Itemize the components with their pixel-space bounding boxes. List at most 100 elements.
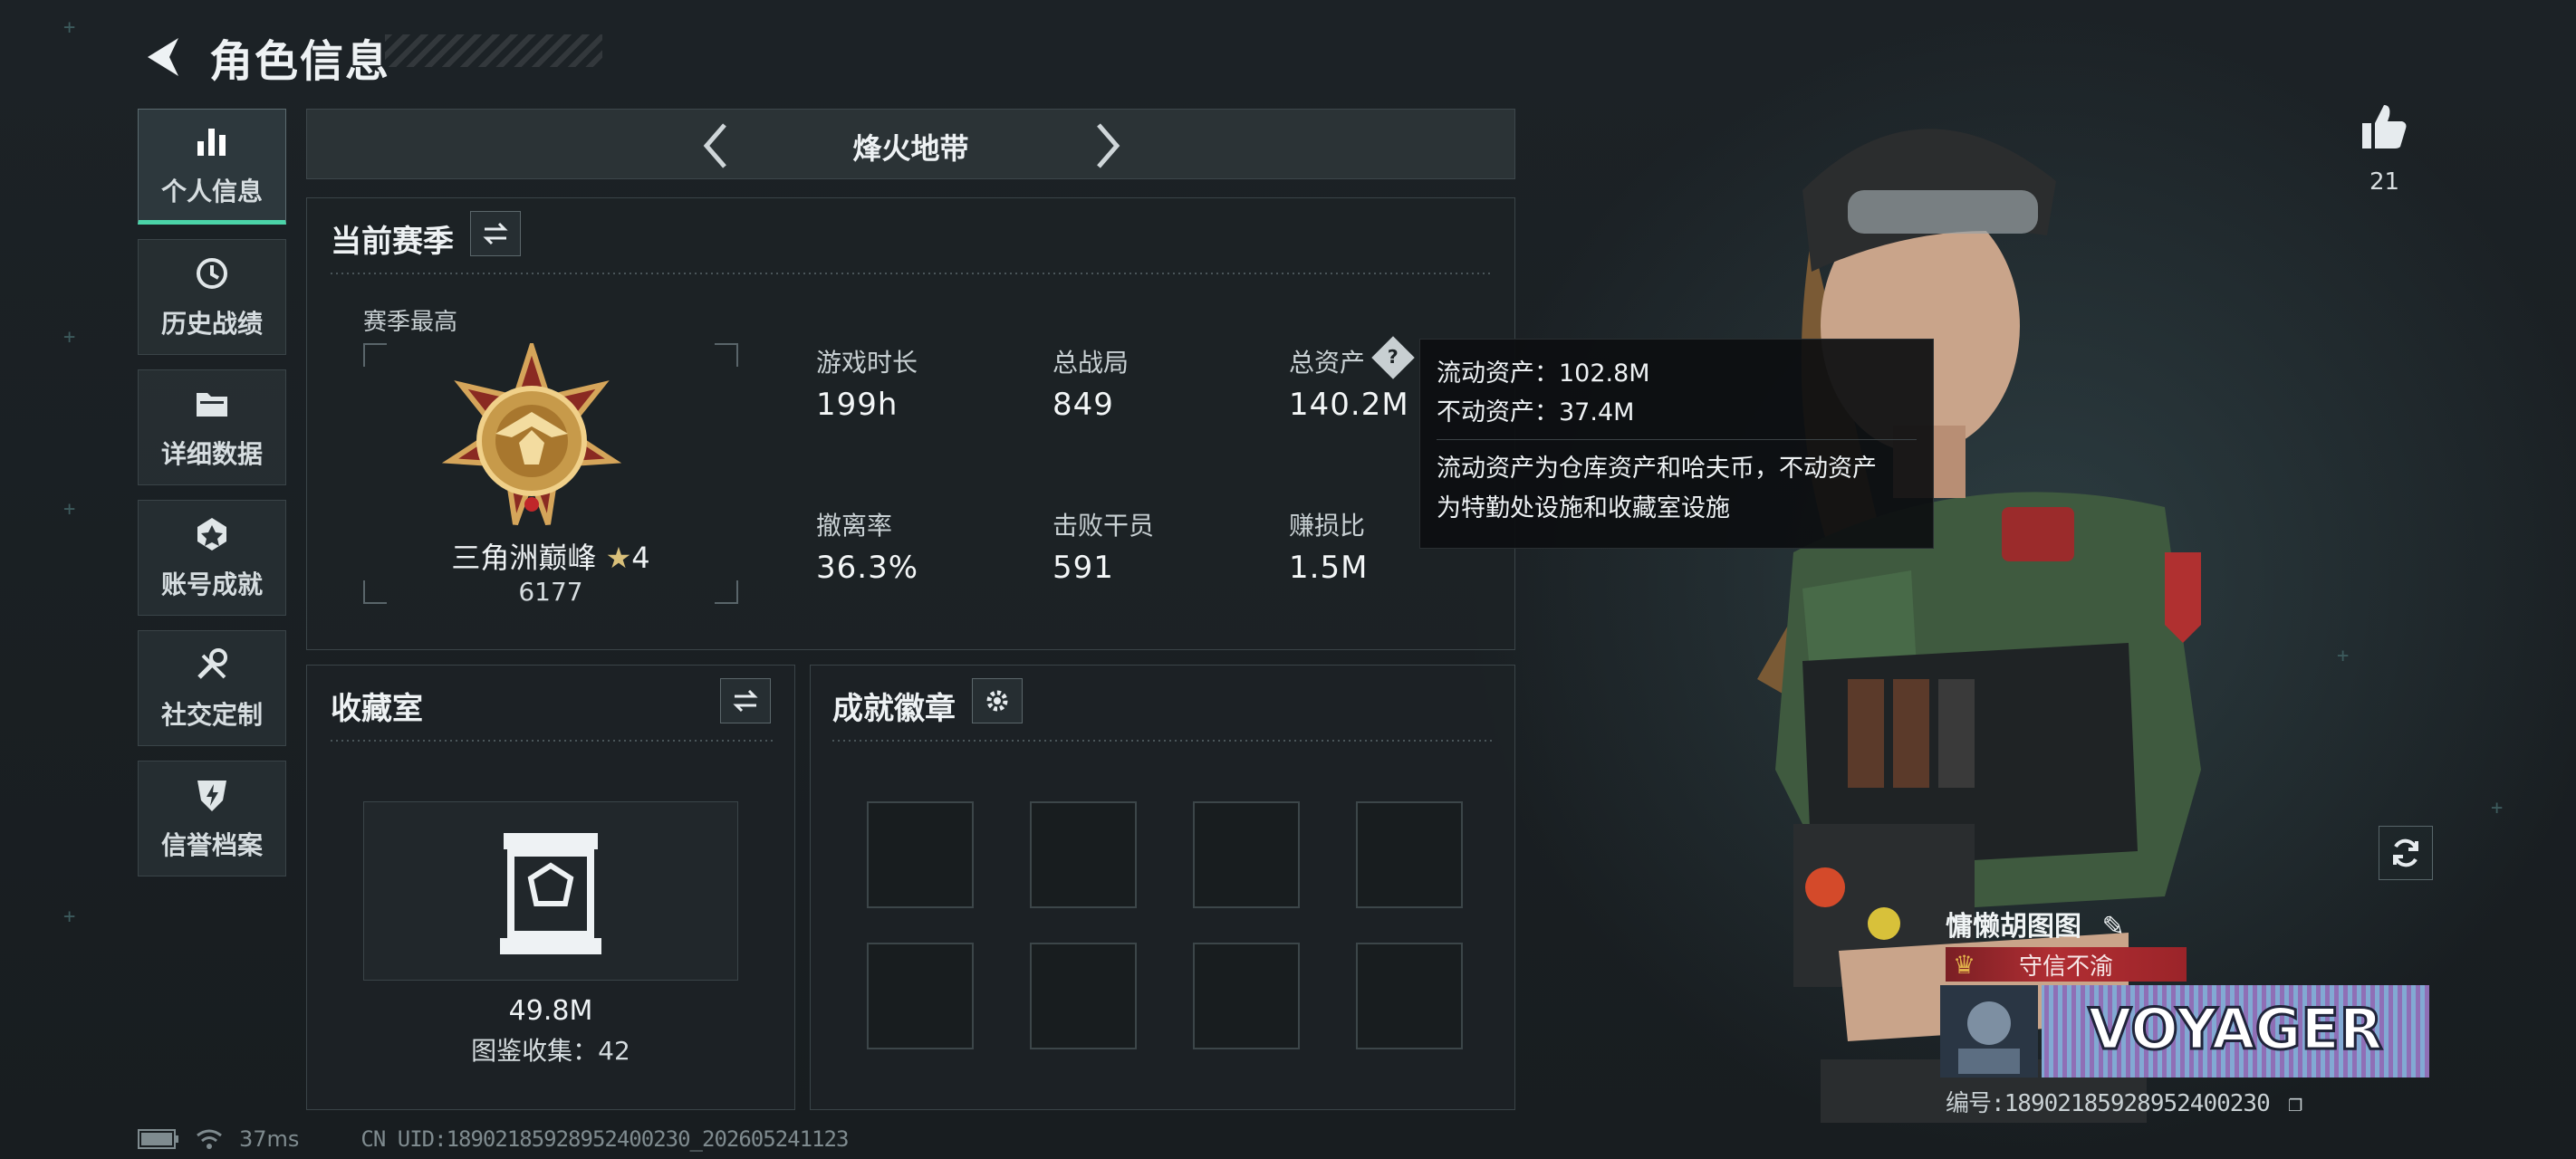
collection-title: 收藏室 xyxy=(331,691,423,727)
achievement-icon xyxy=(197,518,226,551)
divider xyxy=(832,740,1494,742)
stat-value: 1.5M xyxy=(1289,550,1369,586)
collection-panel: 收藏室 49.8M 图鉴收集：42 xyxy=(306,665,795,1110)
refresh-icon xyxy=(2393,838,2418,867)
edit-pencil-icon[interactable]: ✎ xyxy=(2101,911,2124,943)
tooltip-liquid-assets: 流动资产：102.8M xyxy=(1437,359,1650,388)
stat-label: 击败干员 xyxy=(1053,511,1155,541)
swap-icon xyxy=(483,222,508,245)
copy-icon[interactable]: ❐ xyxy=(2288,1090,2302,1117)
folder-icon xyxy=(197,393,227,417)
thumbs-up-icon[interactable] xyxy=(2359,101,2409,152)
rank-emblem-icon xyxy=(441,343,622,526)
rank-score: 6177 xyxy=(518,577,583,607)
player-name: 慵懒胡图图 xyxy=(1946,911,2081,943)
back-arrow-icon[interactable] xyxy=(140,30,186,84)
frame-corner xyxy=(363,343,387,367)
achievement-slot[interactable] xyxy=(1356,943,1463,1049)
page-title: 角色信息 xyxy=(209,36,391,87)
assets-tooltip: 流动资产：102.8M 不动资产：37.4M 流动资产为仓库资产和哈夫币，不动资… xyxy=(1419,339,1934,549)
swap-icon xyxy=(733,689,758,713)
wifi-icon xyxy=(197,1129,222,1149)
help-icon[interactable]: ? xyxy=(1371,336,1415,379)
sidebar-item-label: 历史战绩 xyxy=(160,309,263,339)
sidebar-item-personal-info[interactable]: 个人信息 xyxy=(138,109,286,225)
tools-icon xyxy=(197,648,227,679)
divider xyxy=(331,740,773,742)
sidebar-item-achievements[interactable]: 账号成就 xyxy=(138,500,286,616)
achievements-panel: 成就徽章 xyxy=(810,665,1515,1110)
card-banner-text: VOYAGER xyxy=(2088,996,2382,1062)
tooltip-fixed-assets: 不动资产：37.4M xyxy=(1437,398,1635,427)
sidebar-item-history[interactable]: 历史战绩 xyxy=(138,239,286,355)
sidebar-item-detailed-data[interactable]: 详细数据 xyxy=(138,369,286,485)
player-card-banner[interactable]: VOYAGER xyxy=(1940,985,2429,1078)
sidebar-item-label: 详细数据 xyxy=(160,439,263,469)
stat-label: 赚损比 xyxy=(1289,511,1366,541)
collection-value: 49.8M xyxy=(508,995,593,1027)
display-case-icon xyxy=(500,833,601,954)
achievement-slot[interactable] xyxy=(1030,801,1137,908)
player-name-line: 慵懒胡图图 ✎ xyxy=(1946,904,2125,943)
stat-label: 总战局 xyxy=(1053,348,1129,378)
chevron-right-icon[interactable] xyxy=(1081,119,1136,173)
stats-bar-icon xyxy=(197,129,226,156)
stat-value: 36.3% xyxy=(816,550,919,586)
stat-value: 849 xyxy=(1053,387,1114,423)
season-switch-button[interactable] xyxy=(470,211,521,256)
collection-count: 图鉴收集：42 xyxy=(471,1036,630,1066)
divider xyxy=(331,273,1492,274)
ping-value: 37ms xyxy=(239,1126,300,1152)
star-icon: ★ xyxy=(605,541,632,575)
sidebar-item-label: 账号成就 xyxy=(160,570,263,599)
achievement-slot[interactable] xyxy=(1356,801,1463,908)
sidebar-item-social-customize[interactable]: 社交定制 xyxy=(138,630,286,746)
refresh-button[interactable] xyxy=(2379,826,2433,880)
tooltip-description-2: 为特勤处设施和收藏室设施 xyxy=(1437,493,1730,522)
crosshair-mark: + xyxy=(63,326,76,349)
reputation-icon xyxy=(197,781,226,811)
rank-name-line: 三角洲巅峰 ★4 xyxy=(363,535,738,577)
crosshair-mark: + xyxy=(63,16,76,39)
sidebar-item-reputation[interactable]: 信誉档案 xyxy=(138,761,286,876)
crosshair-mark: + xyxy=(63,905,76,928)
header: 角色信息 xyxy=(140,25,390,89)
collection-switch-button[interactable] xyxy=(720,678,771,723)
stat-value: 591 xyxy=(1053,550,1114,586)
achievement-slot[interactable] xyxy=(1193,943,1300,1049)
like-count: 21 xyxy=(2369,168,2400,196)
history-clock-icon xyxy=(197,258,227,289)
stat-label: 游戏时长 xyxy=(816,348,918,378)
title-badge-text: 守信不渝 xyxy=(2018,953,2113,981)
title-badge: ♛ 守信不渝 xyxy=(1946,947,2187,982)
sidebar-item-label: 信誉档案 xyxy=(160,830,263,860)
achievements-title: 成就徽章 xyxy=(832,691,956,727)
gear-icon xyxy=(986,690,1008,712)
mode-selector: 烽火地带 xyxy=(306,109,1515,179)
status-bar: 37ms CN UID:18902185928952400230_2026052… xyxy=(138,1126,849,1152)
crosshair-mark: + xyxy=(63,498,76,521)
achievement-slot[interactable] xyxy=(867,801,974,908)
stat-value: 199h xyxy=(816,387,899,423)
title-decoration xyxy=(385,34,602,67)
achievement-slot[interactable] xyxy=(867,943,974,1049)
collection-preview[interactable] xyxy=(363,801,738,981)
achievement-slot[interactable] xyxy=(1030,943,1137,1049)
season-title: 当前赛季 xyxy=(331,224,454,260)
stat-label: 撤离率 xyxy=(816,511,893,541)
rank-stars: 4 xyxy=(631,541,650,575)
stat-value: 140.2M xyxy=(1289,387,1409,423)
stat-label: 总资产 xyxy=(1289,348,1366,378)
crosshair-mark: + xyxy=(2337,645,2350,667)
sidebar-item-label: 社交定制 xyxy=(160,700,263,730)
season-panel: 当前赛季 赛季最高 三角洲巅峰 ★4 6177 游戏时长 199h 总战局 84… xyxy=(306,197,1515,650)
battery-icon xyxy=(138,1129,178,1149)
sidebar-item-label: 个人信息 xyxy=(160,177,263,206)
sidebar-nav: 个人信息 历史战绩 详细数据 账号成就 社交定制 信誉档案 xyxy=(138,109,286,891)
title-badge-emblem-icon: ♛ xyxy=(1953,949,1976,980)
season-best-label: 赛季最高 xyxy=(363,309,458,336)
player-id: 编号:18902185928952400230 xyxy=(1946,1090,2271,1117)
frame-corner xyxy=(715,343,738,367)
achievements-settings-button[interactable] xyxy=(972,678,1023,723)
achievement-slot[interactable] xyxy=(1193,801,1300,908)
